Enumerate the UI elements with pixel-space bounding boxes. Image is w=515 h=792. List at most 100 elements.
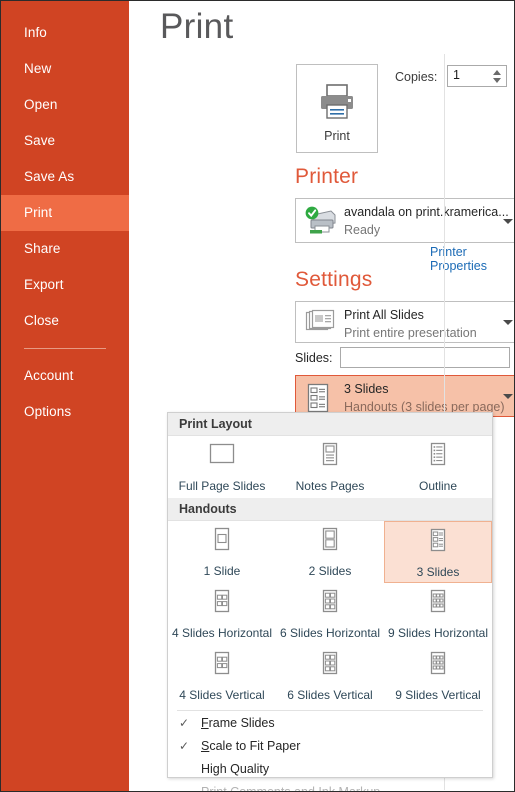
layout-option-9-slides-horizontal[interactable]: 9 Slides Horizontal <box>384 583 492 645</box>
print-range-select[interactable]: Print All Slides Print entire presentati… <box>295 301 514 343</box>
sidebar-item-label: Print <box>24 205 53 220</box>
print-layout-grid: Full Page Slides Notes Pages Outline <box>168 436 492 498</box>
print-backstage-window: Info New Open Save Save As Print Share E… <box>0 0 515 792</box>
slides-input[interactable] <box>340 347 510 368</box>
printer-status: Ready <box>344 223 381 237</box>
sidebar-item-account[interactable]: Account <box>1 358 129 394</box>
option-label: Scale to Fit Paper <box>201 738 301 753</box>
sidebar-item-save[interactable]: Save <box>1 123 129 159</box>
sidebar-item-label: Share <box>24 241 61 256</box>
page-title: Print <box>160 7 234 46</box>
layout-option-label: 4 Slides Horizontal <box>171 626 273 640</box>
printer-icon <box>317 84 357 125</box>
option-frame-slides[interactable]: ✓ Frame Slides <box>168 711 492 734</box>
handout-4v-icon <box>205 651 239 683</box>
option-label: Print Comments and Ink Markup <box>201 784 381 792</box>
handout-9h-icon <box>421 589 455 621</box>
sidebar-item-save-as[interactable]: Save As <box>1 159 129 195</box>
dropdown-group-header-print-layout: Print Layout <box>168 413 492 436</box>
sidebar-item-label: New <box>24 61 52 76</box>
outline-icon <box>421 442 455 474</box>
sidebar-item-label: Close <box>24 313 60 328</box>
layout-option-3-slides[interactable]: 3 Slides <box>384 521 492 583</box>
sidebar-item-export[interactable]: Export <box>1 267 129 303</box>
copies-value[interactable]: 1 <box>453 68 460 82</box>
printer-section-heading: Printer <box>295 165 359 188</box>
printer-name: avandala on print.kramerica... <box>344 205 509 219</box>
dropdown-group-header-handouts: Handouts <box>168 498 492 521</box>
check-icon: ✓ <box>179 738 190 753</box>
layout-option-label: 2 Slides <box>308 564 352 578</box>
copies-spinner[interactable] <box>490 67 503 87</box>
chevron-down-icon[interactable] <box>503 219 513 224</box>
print-range-title: Print All Slides <box>344 308 424 322</box>
option-high-quality[interactable]: High Quality <box>168 757 492 780</box>
sidebar-item-new[interactable]: New <box>1 51 129 87</box>
layout-option-6-slides-vertical[interactable]: 6 Slides Vertical <box>276 645 384 707</box>
layout-option-label: 9 Slides Horizontal <box>387 626 489 640</box>
handout-4h-icon <box>205 589 239 621</box>
layout-option-label: Outline <box>418 479 458 493</box>
printer-select[interactable]: avandala on print.kramerica... Ready <box>295 198 514 243</box>
option-print-comments-and-ink-markup: Print Comments and Ink Markup <box>168 780 492 792</box>
print-range-subtitle: Print entire presentation <box>344 326 477 340</box>
layout-option-label: 6 Slides Horizontal <box>279 626 381 640</box>
copies-stepper[interactable]: 1 <box>447 65 507 87</box>
handout-6v-icon <box>313 651 347 683</box>
sidebar-item-label: Save <box>24 133 56 148</box>
print-range-icon <box>305 309 335 340</box>
slides-label: Slides: <box>295 351 333 365</box>
check-icon: ✓ <box>179 715 190 730</box>
sidebar-item-share[interactable]: Share <box>1 231 129 267</box>
handout-2-icon <box>313 527 347 559</box>
print-layout-select[interactable]: 3 Slides Handouts (3 slides per page) <box>295 375 514 417</box>
handout-6h-icon <box>313 589 347 621</box>
sidebar-item-info[interactable]: Info <box>1 15 129 51</box>
handouts-grid: 1 Slide 2 Slides 3 Slides 4 Slides Horiz… <box>168 521 492 707</box>
layout-option-label: 6 Slides Vertical <box>287 688 373 702</box>
handout-1-icon <box>205 527 239 559</box>
sidebar-item-label: Info <box>24 25 47 40</box>
print-layout-title: 3 Slides <box>344 382 389 396</box>
option-scale-to-fit-paper[interactable]: ✓ Scale to Fit Paper <box>168 734 492 757</box>
layout-option-label: 1 Slide <box>203 564 241 578</box>
sidebar-item-label: Export <box>24 277 64 292</box>
option-label: High Quality <box>201 761 270 776</box>
option-label: Frame Slides <box>201 715 275 730</box>
printer-status-icon <box>305 206 337 241</box>
layout-option-label: 3 Slides <box>416 565 460 579</box>
handout-3-icon <box>421 528 455 560</box>
layout-option-label: 4 Slides Vertical <box>179 688 265 702</box>
layout-option-notes-pages[interactable]: Notes Pages <box>276 436 384 498</box>
layout-option-outline[interactable]: Outline <box>384 436 492 498</box>
copies-decrement-icon[interactable] <box>492 78 501 83</box>
handout-9v-icon <box>421 651 455 683</box>
backstage-sidebar: Info New Open Save Save As Print Share E… <box>1 1 129 791</box>
notes-pages-icon <box>313 442 347 474</box>
copies-increment-icon[interactable] <box>492 70 501 75</box>
layout-option-4-slides-horizontal[interactable]: 4 Slides Horizontal <box>168 583 276 645</box>
chevron-down-icon[interactable] <box>503 394 513 399</box>
layout-option-full-page-slides[interactable]: Full Page Slides <box>168 436 276 498</box>
layout-option-label: Notes Pages <box>295 479 365 493</box>
layout-option-label: 9 Slides Vertical <box>395 688 481 702</box>
sidebar-item-options[interactable]: Options <box>1 394 129 430</box>
sidebar-item-label: Options <box>24 404 72 419</box>
sidebar-item-print[interactable]: Print <box>1 195 129 231</box>
layout-option-2-slides[interactable]: 2 Slides <box>276 521 384 583</box>
settings-section-heading: Settings <box>295 268 373 291</box>
chevron-down-icon[interactable] <box>503 320 513 325</box>
sidebar-item-open[interactable]: Open <box>1 87 129 123</box>
print-button[interactable]: Print <box>296 64 378 153</box>
print-button-label: Print <box>324 129 350 143</box>
layout-option-1-slide[interactable]: 1 Slide <box>168 521 276 583</box>
copies-label: Copies: <box>395 70 438 84</box>
sidebar-item-close[interactable]: Close <box>1 303 129 339</box>
printer-properties-link[interactable]: Printer Properties <box>430 245 514 273</box>
layout-option-6-slides-horizontal[interactable]: 6 Slides Horizontal <box>276 583 384 645</box>
sidebar-divider <box>24 348 106 349</box>
layout-option-9-slides-vertical[interactable]: 9 Slides Vertical <box>384 645 492 707</box>
sidebar-item-label: Save As <box>24 169 75 184</box>
layout-option-4-slides-vertical[interactable]: 4 Slides Vertical <box>168 645 276 707</box>
print-layout-dropdown: Print Layout Full Page Slides Notes Page… <box>167 412 493 791</box>
